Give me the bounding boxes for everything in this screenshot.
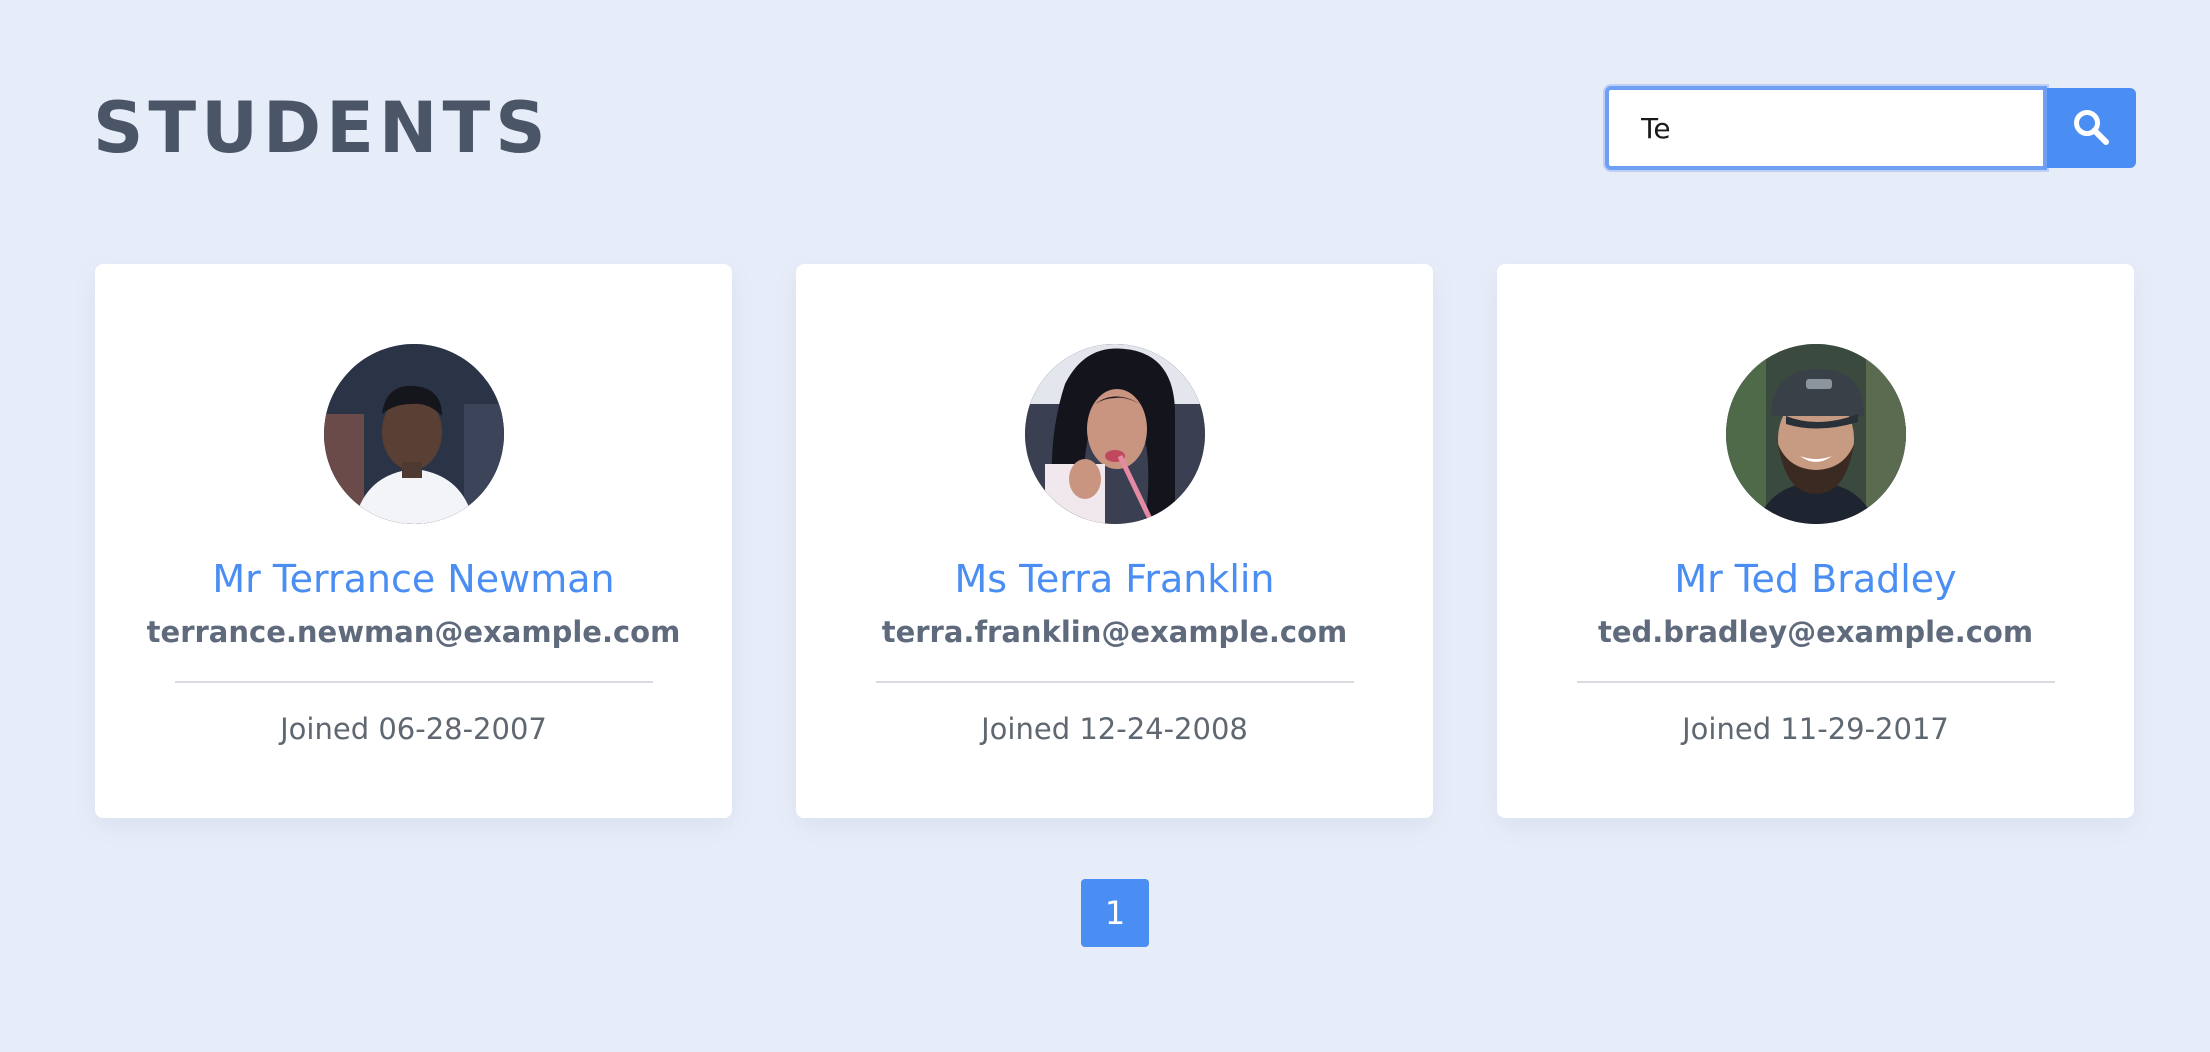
page-button-1[interactable]: 1	[1081, 879, 1149, 947]
joined-date: Joined 12-24-2008	[981, 712, 1248, 746]
student-card: Mr Terrance Newman terrance.newman@examp…	[95, 264, 732, 818]
student-card: Mr Ted Bradley ted.bradley@example.com J…	[1497, 264, 2134, 818]
page-title: STUDENTS	[93, 87, 551, 169]
divider	[174, 681, 653, 683]
search-bar	[1605, 86, 2136, 170]
avatar	[323, 344, 504, 524]
avatar	[1024, 344, 1205, 524]
student-card: Ms Terra Franklin terra.franklin@example…	[796, 264, 1433, 818]
student-email: ted.bradley@example.com	[1597, 615, 2034, 649]
joined-date: Joined 06-28-2007	[280, 712, 547, 746]
student-name: Mr Ted Bradley	[1674, 557, 1957, 601]
student-card-list: Mr Terrance Newman terrance.newman@examp…	[95, 264, 2134, 818]
divider	[1576, 681, 2055, 683]
student-name: Ms Terra Franklin	[954, 557, 1275, 601]
search-icon	[2073, 110, 2109, 145]
pagination: 1	[1081, 879, 1149, 947]
student-name: Mr Terrance Newman	[212, 557, 615, 601]
joined-date: Joined 11-29-2017	[1682, 712, 1949, 746]
search-button[interactable]	[2047, 88, 2136, 168]
avatar	[1725, 344, 1906, 524]
search-input[interactable]	[1605, 86, 2047, 170]
student-email: terra.franklin@example.com	[881, 615, 1348, 649]
student-email: terrance.newman@example.com	[146, 615, 681, 649]
avatar-photo	[1024, 344, 1205, 524]
avatar-photo	[323, 344, 504, 524]
divider	[875, 681, 1354, 683]
avatar-photo	[1725, 344, 1906, 524]
